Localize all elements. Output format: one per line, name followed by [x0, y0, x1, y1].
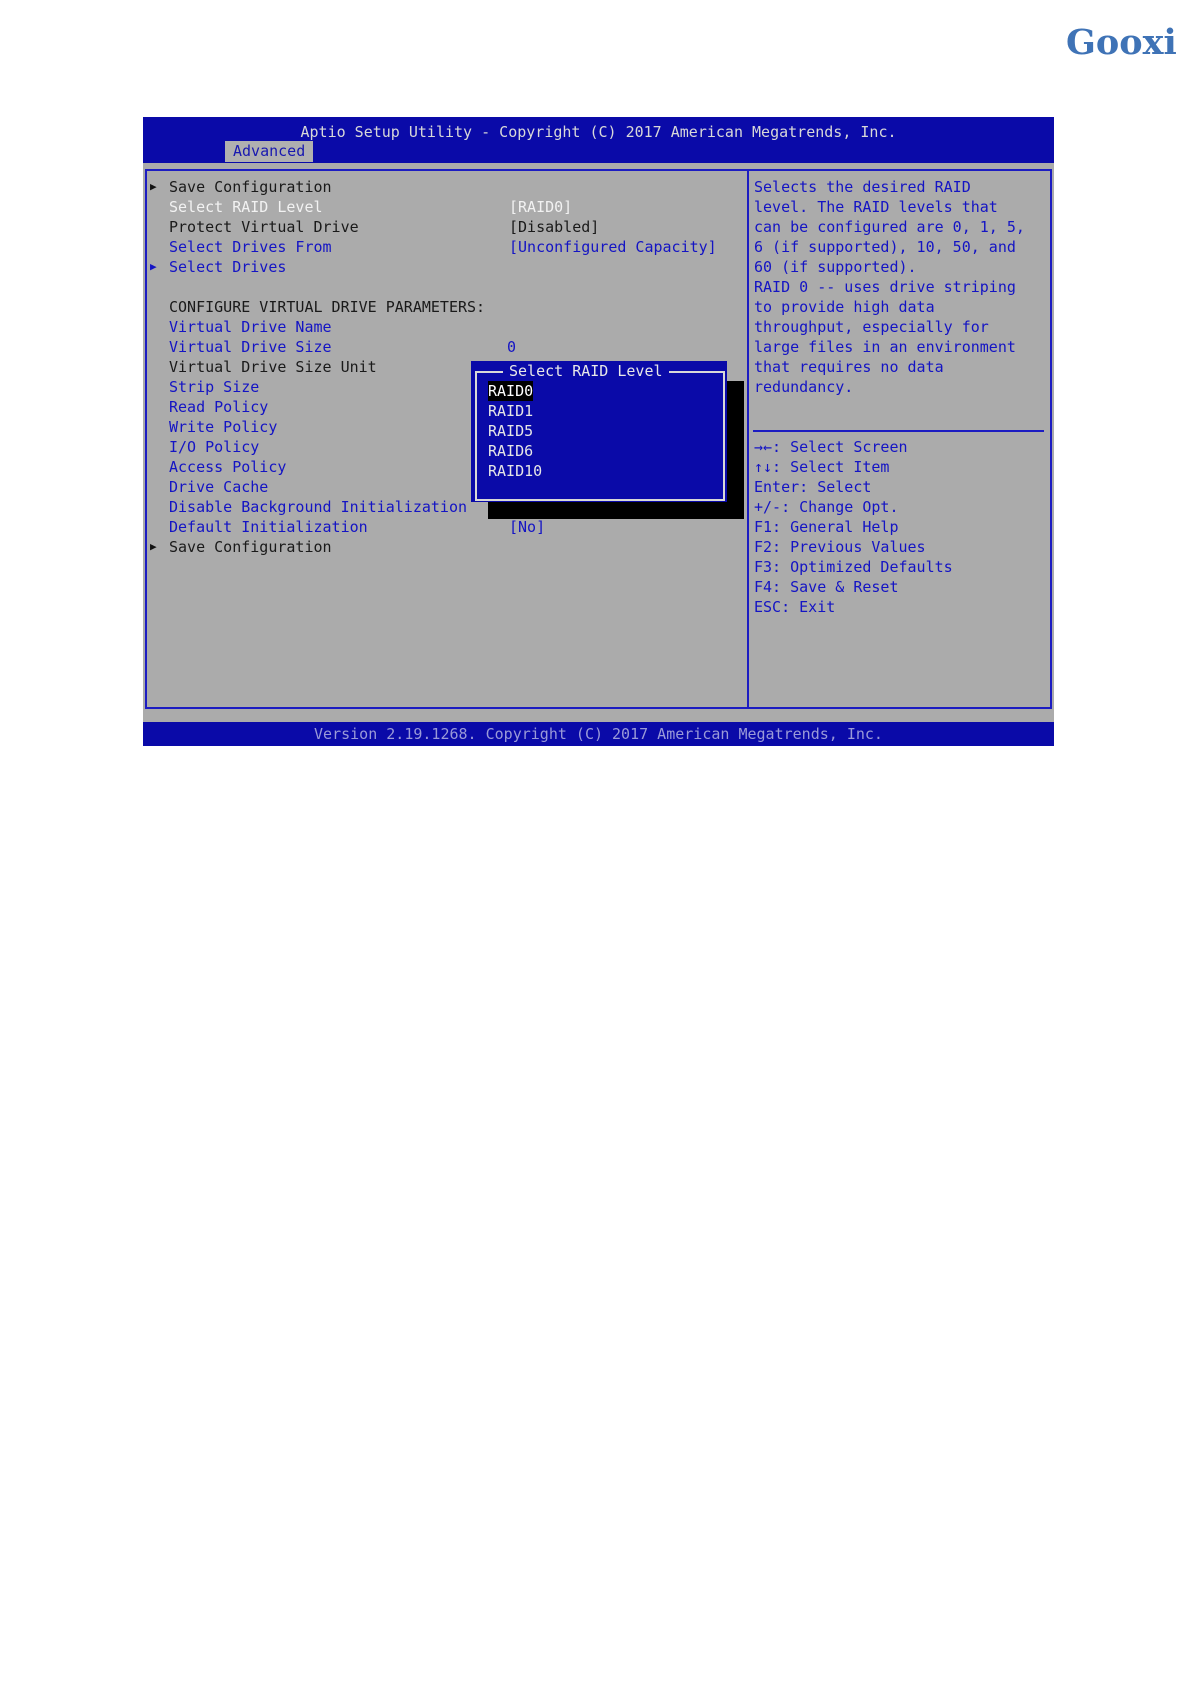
version-footer: Version 2.19.1268. Copyright (C) 2017 Am…	[143, 722, 1054, 746]
key-hint-change-opt: +/-: Change Opt.	[754, 498, 899, 516]
raid-option-raid6[interactable]: RAID6	[488, 441, 533, 461]
virtual-drive-size-value[interactable]: 0	[507, 337, 516, 357]
raid-option-raid5[interactable]: RAID5	[488, 421, 533, 441]
raid-option-raid1[interactable]: RAID1	[488, 401, 533, 421]
help-line: to provide high data	[754, 298, 935, 316]
menu-item-drive-cache[interactable]: Drive Cache	[169, 477, 268, 497]
protect-virtual-drive-value[interactable]: [Disabled]	[509, 217, 599, 237]
help-line: redundancy.	[754, 378, 854, 396]
help-line: can be configured are 0, 1, 5,	[754, 218, 1025, 236]
key-hint-f3: F3: Optimized Defaults	[754, 558, 953, 576]
key-hint-f1: F1: General Help	[754, 518, 899, 536]
menu-item-write-policy[interactable]: Write Policy	[169, 417, 277, 437]
title-bar: Aptio Setup Utility - Copyright (C) 2017…	[143, 117, 1054, 163]
menu-item-save-configuration[interactable]: Save Configuration	[169, 177, 332, 197]
help-divider	[753, 430, 1044, 432]
submenu-arrow-icon: ▶	[150, 260, 157, 273]
help-line: throughput, especially for	[754, 318, 989, 336]
default-initialization-value[interactable]: [No]	[509, 517, 545, 537]
menu-item-select-drives[interactable]: Select Drives	[169, 257, 286, 277]
help-line: RAID 0 -- uses drive striping	[754, 278, 1016, 296]
menu-item-default-initialization[interactable]: Default Initialization	[169, 517, 368, 537]
menu-item-access-policy[interactable]: Access Policy	[169, 457, 286, 477]
help-line: 60 (if supported).	[754, 258, 917, 276]
menu-item-select-raid-level[interactable]: Select RAID Level	[169, 197, 323, 217]
help-line: 6 (if supported), 10, 50, and	[754, 238, 1016, 256]
key-hint-enter: Enter: Select	[754, 478, 872, 496]
help-line: Selects the desired RAID	[754, 178, 971, 196]
menu-item-virtual-drive-size-unit[interactable]: Virtual Drive Size Unit	[169, 357, 377, 377]
menu-item-virtual-drive-size[interactable]: Virtual Drive Size	[169, 337, 332, 357]
menu-item-strip-size[interactable]: Strip Size	[169, 377, 259, 397]
menu-item-io-policy[interactable]: I/O Policy	[169, 437, 259, 457]
section-heading-configure-vd: CONFIGURE VIRTUAL DRIVE PARAMETERS:	[169, 298, 486, 316]
popup-title: Select RAID Level	[503, 361, 669, 381]
key-hint-f2: F2: Previous Values	[754, 538, 926, 556]
menu-item-virtual-drive-name[interactable]: Virtual Drive Name	[169, 317, 332, 337]
gooxi-logo: Gooxi	[1066, 22, 1177, 63]
raid-option-raid0[interactable]: RAID0	[488, 381, 534, 401]
key-hint-select-item: ↑↓: Select Item	[754, 458, 890, 476]
menu-item-read-policy[interactable]: Read Policy	[169, 397, 268, 417]
menu-item-select-drives-from[interactable]: Select Drives From	[169, 237, 332, 257]
key-hint-f4: F4: Save & Reset	[754, 578, 899, 596]
menu-item-disable-background-initialization[interactable]: Disable Background Initialization	[169, 497, 467, 517]
tab-advanced[interactable]: Advanced	[225, 141, 314, 162]
menu-item-save-configuration-bottom[interactable]: Save Configuration	[169, 537, 332, 557]
key-hint-esc: ESC: Exit	[754, 598, 836, 616]
menu-item-protect-virtual-drive[interactable]: Protect Virtual Drive	[169, 217, 359, 237]
help-line: that requires no data	[754, 358, 944, 376]
bios-setup-screen: Aptio Setup Utility - Copyright (C) 2017…	[143, 117, 1054, 746]
select-raid-level-popup: Select RAID Level RAID0 RAID1 RAID5 RAID…	[471, 361, 727, 502]
window-title: Aptio Setup Utility - Copyright (C) 2017…	[300, 123, 897, 141]
raid-option-raid10[interactable]: RAID10	[488, 461, 542, 481]
help-line: large files in an environment	[754, 338, 1016, 356]
submenu-arrow-icon: ▶	[150, 180, 157, 193]
raid-level-value[interactable]: [RAID0]	[509, 197, 572, 217]
submenu-arrow-icon: ▶	[150, 540, 157, 553]
select-drives-from-value[interactable]: [Unconfigured Capacity]	[509, 237, 717, 257]
key-hint-select-screen: →←: Select Screen	[754, 438, 908, 456]
help-line: level. The RAID levels that	[754, 198, 998, 216]
